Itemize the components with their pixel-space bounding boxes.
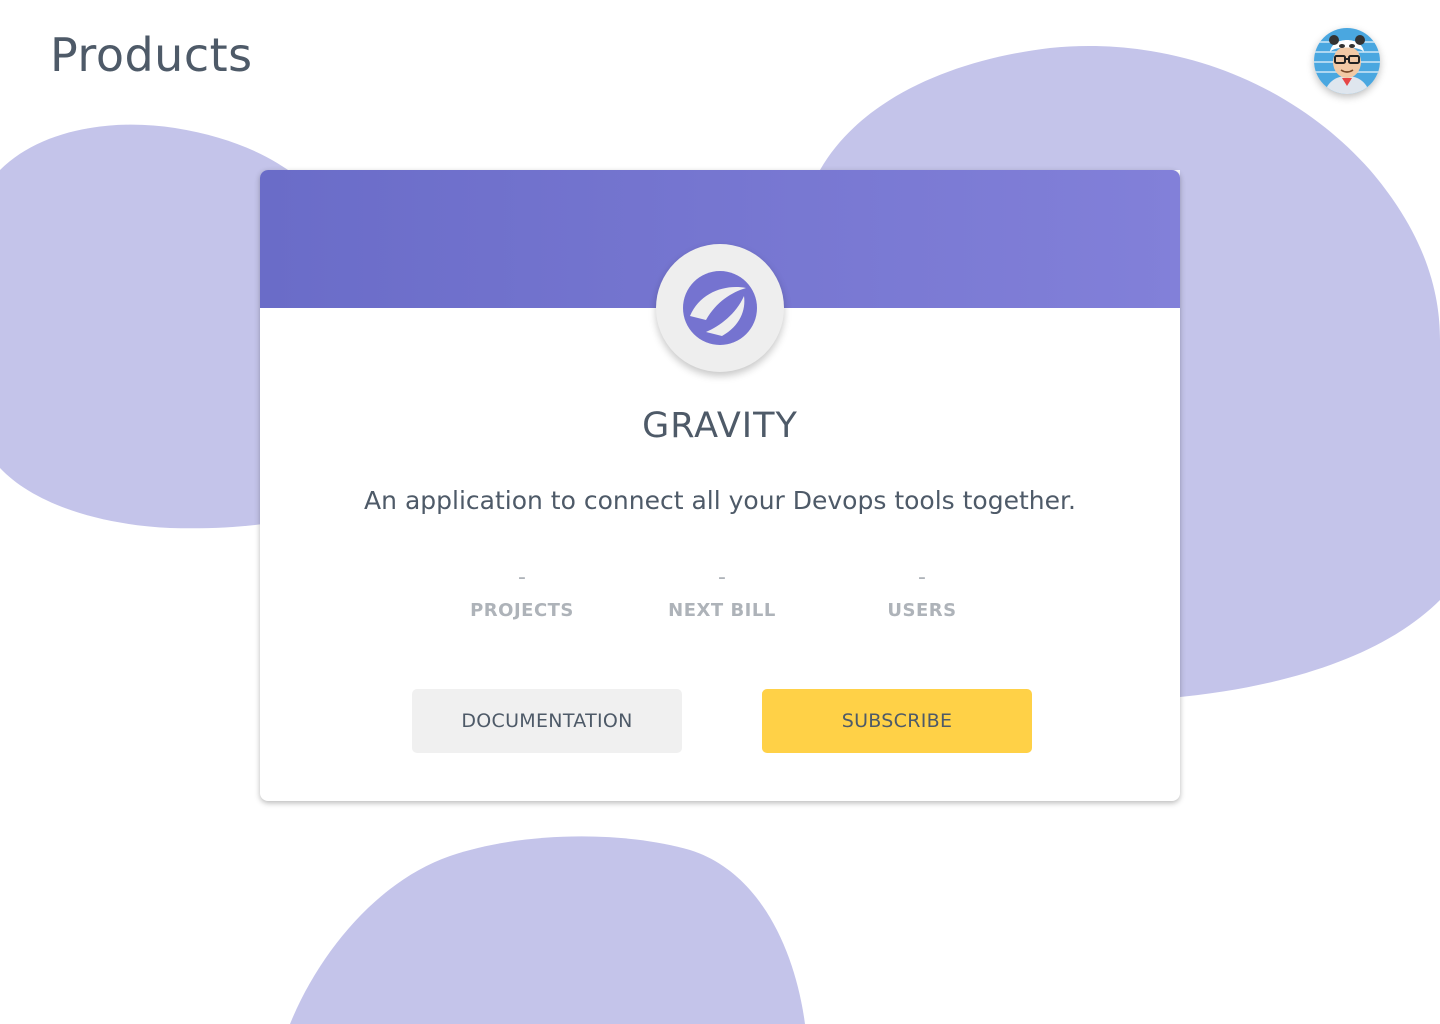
- user-avatar[interactable]: [1314, 28, 1380, 94]
- stat-users-value: -: [918, 565, 926, 590]
- stat-projects: - PROJECTS: [422, 562, 622, 621]
- gravity-logo-icon: [683, 271, 757, 345]
- stat-projects-value: -: [518, 565, 526, 590]
- documentation-button[interactable]: DOCUMENTATION: [412, 689, 682, 753]
- stat-next-bill-value: -: [718, 565, 726, 590]
- stat-users: - USERS: [822, 562, 1022, 621]
- page-title: Products: [50, 28, 253, 82]
- product-description: An application to connect all your Devop…: [364, 486, 1076, 515]
- stat-next-bill-label: NEXT BILL: [668, 600, 776, 621]
- product-stats: - PROJECTS - NEXT BILL - USERS: [422, 562, 1022, 632]
- product-name: GRAVITY: [642, 406, 798, 446]
- user-avatar-icon: [1314, 28, 1380, 94]
- stat-next-bill: - NEXT BILL: [622, 562, 822, 621]
- product-card: GRAVITY An application to connect all yo…: [260, 170, 1180, 801]
- product-logo: [656, 244, 784, 372]
- stat-users-label: USERS: [887, 600, 957, 621]
- stat-projects-label: PROJECTS: [470, 600, 574, 621]
- bottom-blob: [290, 836, 805, 1024]
- subscribe-button[interactable]: SUBSCRIBE: [762, 689, 1032, 753]
- products-page: Products GRAVITY An application to conne…: [0, 0, 1440, 1024]
